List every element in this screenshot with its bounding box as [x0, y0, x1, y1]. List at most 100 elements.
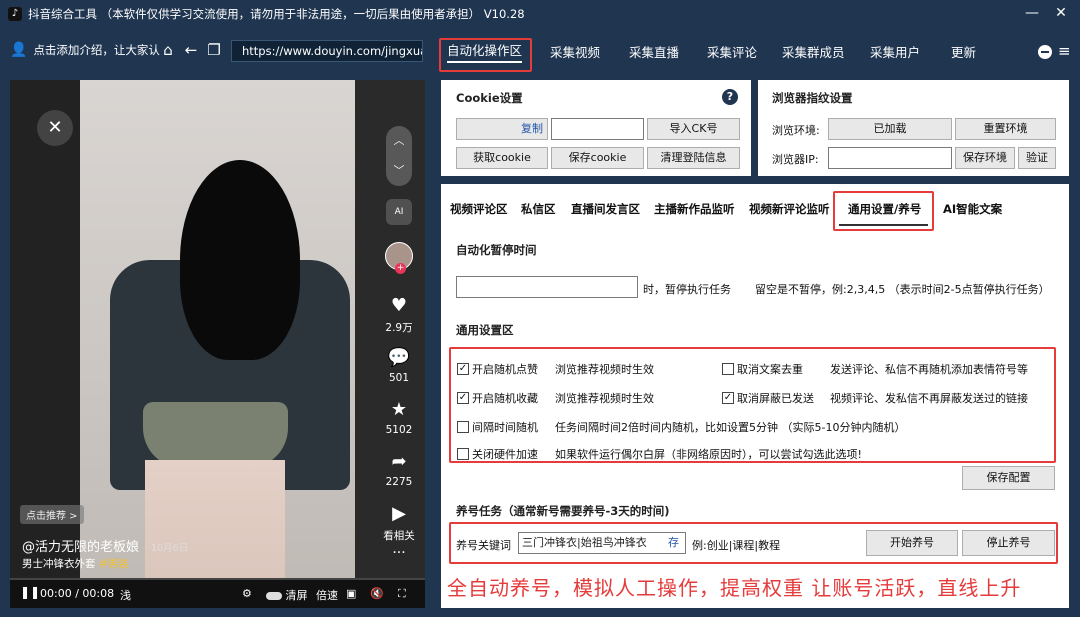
general-title: 通用设置区	[456, 323, 514, 337]
save-env-button[interactable]: 保存环境	[955, 147, 1015, 169]
like-button[interactable]: ♥ 2.9万	[380, 296, 418, 335]
url-bar[interactable]: https://www.douyin.com/jingxuan	[231, 40, 423, 62]
user-intro-text: 点击添加介绍，让大家认	[33, 43, 160, 57]
checkbox-random-like[interactable]: ✓ 开启随机点赞	[457, 361, 538, 377]
comment-icon: 💬	[387, 347, 411, 368]
pause-icon[interactable]: ❚❚	[20, 585, 40, 599]
subtab-anchor-monitor[interactable]: 主播新作品监听	[654, 201, 735, 217]
share-button[interactable]: ➦ 2275	[380, 452, 418, 489]
checkbox-box: ✓	[722, 392, 734, 404]
figure-shorts	[143, 402, 288, 468]
ai-assistant-icon[interactable]: AI	[386, 199, 412, 225]
favorite-count: 5102	[385, 424, 413, 436]
comment-button[interactable]: 💬 501	[380, 347, 418, 385]
tiktok-icon: ♪	[8, 7, 22, 21]
checkbox-label: 取消文案去重	[737, 363, 803, 376]
settings-gear-icon[interactable]: ⚙	[242, 587, 252, 600]
save-cookie-button[interactable]: 保存cookie	[551, 147, 644, 169]
minimize-button[interactable]: —	[1021, 3, 1043, 23]
nav-bar: 👤 点击添加介绍，让大家认 ⌂ ← ❐ https://www.douyin.c…	[0, 28, 1080, 72]
close-window-button[interactable]: ✕	[1050, 3, 1072, 23]
tab-collect-video[interactable]: 采集视频	[550, 42, 600, 61]
keyword-value: 三门冲锋衣|始祖鸟冲锋衣	[522, 536, 647, 549]
reset-env-button[interactable]: 重置环境	[955, 118, 1056, 140]
chevron-up-icon[interactable]: ︿	[386, 132, 412, 148]
subtab-live-comment[interactable]: 直播间发言区	[571, 201, 640, 217]
note-cancel-dedupe: 发送评论、私信不再随机添加表情符号等	[830, 363, 1028, 376]
stop-nurture-button[interactable]: 停止养号	[962, 530, 1055, 556]
pause-hours-input[interactable]	[456, 276, 638, 298]
help-icon[interactable]: ?	[722, 89, 738, 105]
checkbox-cancel-dedupe[interactable]: 取消文案去重	[722, 361, 803, 377]
subtab-new-comment-monitor[interactable]: 视频新评论监听	[749, 201, 830, 217]
description-text: 男士冲锋衣外套	[22, 558, 96, 570]
cookie-input[interactable]	[551, 118, 644, 140]
watch-related-button[interactable]: ▶ 看相关	[380, 504, 418, 543]
clear-login-button[interactable]: 清理登陆信息	[647, 147, 740, 169]
checkbox-random-interval[interactable]: 间隔时间随机	[457, 419, 538, 435]
env-label: 浏览环境:	[772, 124, 820, 137]
keyword-input[interactable]: 三门冲锋衣|始祖鸟冲锋衣 存	[518, 532, 686, 554]
mode-toggle[interactable]: 浅	[120, 587, 131, 603]
checkbox-label: 关闭硬件加速	[472, 448, 538, 461]
author-line: @活力无限的老板娘 · 10月6日	[22, 536, 188, 555]
close-video-icon[interactable]: ✕	[37, 110, 73, 146]
video-player[interactable]: ✕ ︿ ﹀ AI ♥ 2.9万 💬 501 ★ 5102 ➦ 2275 ▶ 看相…	[10, 80, 425, 608]
favorite-button[interactable]: ★ 5102	[380, 400, 418, 437]
tab-update[interactable]: 更新	[951, 42, 976, 61]
subtab-private-message[interactable]: 私信区	[521, 201, 556, 217]
more-icon[interactable]: ···	[380, 545, 418, 561]
fullscreen-icon[interactable]: ⛶	[398, 587, 406, 601]
share-count: 2275	[385, 476, 413, 488]
chevron-down-icon[interactable]: ﹀	[386, 162, 412, 178]
save-config-button[interactable]: 保存配置	[962, 466, 1055, 490]
heart-icon: ♥	[390, 295, 408, 316]
checkbox-cancel-block-sent[interactable]: ✓ 取消屏蔽已发送	[722, 390, 814, 406]
pause-hint: 留空是不暂停，例:2,3,4,5 （表示时间2-5点暂停执行任务）	[755, 283, 1050, 296]
tab-collect-live[interactable]: 采集直播	[629, 42, 679, 61]
keyword-label: 养号关键词	[456, 539, 511, 552]
keyword-example: 例:创业|课程|教程	[692, 539, 781, 552]
keyword-save-link[interactable]: 存	[668, 533, 679, 553]
checkbox-disable-hw-accel[interactable]: 关闭硬件加速	[457, 446, 538, 462]
home-icon[interactable]: ⌂	[159, 41, 177, 59]
progress-bar[interactable]	[10, 578, 425, 580]
start-nurture-button[interactable]: 开始养号	[866, 530, 958, 556]
mute-icon[interactable]: 🔇	[370, 587, 384, 600]
verify-button[interactable]: 验证	[1018, 147, 1056, 169]
tab-collect-comments[interactable]: 采集评论	[707, 42, 757, 61]
import-ck-button[interactable]: 导入CK号	[647, 118, 740, 140]
cookie-title: Cookie设置	[456, 91, 523, 105]
clear-screen-label: 清屏	[285, 589, 308, 602]
copy-cookie-button[interactable]: 复制	[456, 118, 548, 140]
env-status-button[interactable]: 已加载	[828, 118, 952, 140]
title-bar: ♪ 抖音综合工具 （本软件仅供学习交流使用，请勿用于非法用途，一切后果由使用者承…	[0, 0, 1080, 28]
checkbox-label: 开启随机点赞	[472, 363, 538, 376]
user-info[interactable]: 👤 点击添加介绍，让大家认	[10, 42, 160, 58]
subtab-video-comments[interactable]: 视频评论区	[450, 201, 508, 217]
checkbox-box: ✓	[457, 363, 469, 375]
get-cookie-button[interactable]: 获取cookie	[456, 147, 548, 169]
recommend-badge[interactable]: 点击推荐 >	[20, 505, 84, 524]
speed-button[interactable]: 倍速	[316, 587, 338, 603]
browser-ip-input[interactable]	[828, 147, 952, 169]
back-arrow-icon[interactable]: ←	[182, 41, 200, 59]
hashtag[interactable]: #男装	[99, 558, 129, 570]
checkbox-box	[722, 363, 734, 375]
tab-collect-users[interactable]: 采集用户	[870, 42, 920, 61]
menu-icon[interactable]: ≡	[1058, 42, 1071, 60]
copy-page-icon[interactable]: ❐	[205, 41, 223, 59]
collapse-icon[interactable]	[1038, 45, 1052, 59]
pip-icon[interactable]: ▣	[346, 587, 356, 600]
checkbox-random-favorite[interactable]: ✓ 开启随机收藏	[457, 390, 538, 406]
author-name[interactable]: @活力无限的老板娘	[22, 540, 139, 555]
tab-collect-group[interactable]: 采集群成员	[782, 42, 845, 61]
clear-screen-toggle[interactable]: 清屏	[266, 587, 308, 603]
author-avatar[interactable]	[385, 242, 413, 274]
subtab-ai-copywriting[interactable]: AI智能文案	[943, 201, 1002, 217]
checkbox-box: ✓	[457, 392, 469, 404]
video-description: 男士冲锋衣外套 #男装	[22, 556, 129, 571]
post-date: · 10月6日	[145, 543, 189, 554]
video-scroll-control[interactable]: ︿ ﹀	[386, 126, 412, 186]
note-random-like: 浏览推荐视频时生效	[555, 363, 654, 376]
